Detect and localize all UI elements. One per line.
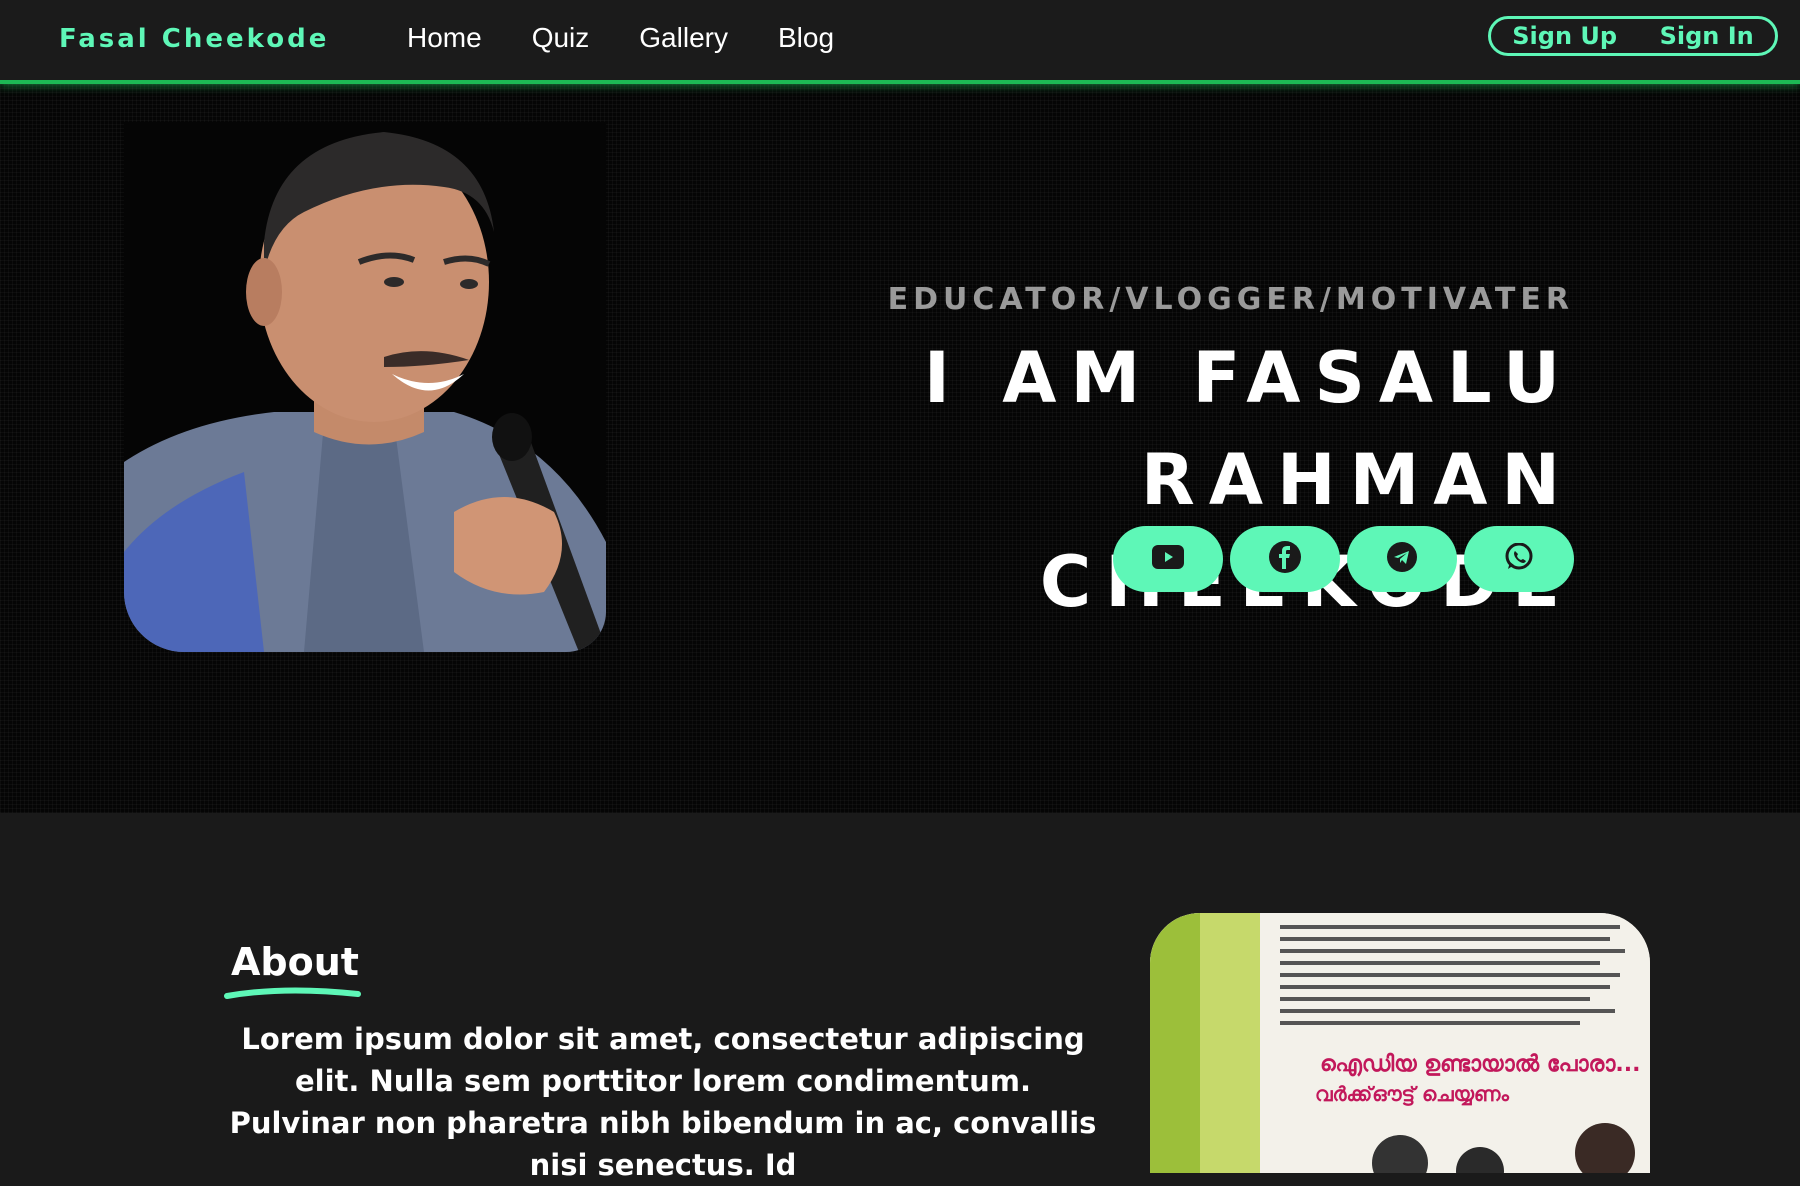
magazine-caption-1: ഐഡിയ ഉണ്ടായാൽ പോരാ... (1320, 1052, 1641, 1077)
youtube-button[interactable] (1113, 526, 1223, 592)
social-links (1113, 526, 1574, 592)
about-heading: About (231, 940, 359, 984)
nav-home[interactable]: Home (407, 22, 482, 54)
main-nav: Home Quiz Gallery Blog (407, 22, 834, 54)
about-underline (224, 987, 361, 999)
sign-up-button[interactable]: Sign Up (1512, 22, 1617, 50)
nav-gallery[interactable]: Gallery (639, 22, 728, 54)
about-paragraph: Lorem ipsum dolor sit amet, consectetur … (229, 1022, 1097, 1182)
brand-logo[interactable]: Fasal Cheekode (59, 24, 329, 54)
telegram-icon (1387, 542, 1417, 576)
whatsapp-button[interactable] (1464, 526, 1574, 592)
nav-blog[interactable]: Blog (778, 22, 834, 54)
hero-subtitle: EDUCATOR/VLOGGER/MOTIVATER (887, 282, 1574, 317)
nav-quiz[interactable]: Quiz (532, 22, 590, 54)
top-navbar: Fasal Cheekode Home Quiz Gallery Blog Si… (0, 0, 1800, 84)
sign-in-button[interactable]: Sign In (1660, 22, 1754, 50)
about-magazine-image: ഐഡിയ ഉണ്ടായാൽ പോരാ... വർക്ക്ഔട്ട് ചെയ്യണ… (1150, 913, 1650, 1173)
telegram-button[interactable] (1347, 526, 1457, 592)
facebook-button[interactable] (1230, 526, 1340, 592)
hero-section: EDUCATOR/VLOGGER/MOTIVATER I AM FASALU R… (0, 84, 1800, 813)
facebook-icon (1269, 541, 1301, 577)
youtube-icon (1152, 545, 1184, 573)
whatsapp-icon (1505, 542, 1533, 575)
profile-portrait (124, 122, 606, 652)
auth-buttons: Sign Up Sign In (1488, 16, 1778, 56)
magazine-caption-2: വർക്ക്ഔട്ട് ചെയ്യണം (1315, 1082, 1509, 1106)
